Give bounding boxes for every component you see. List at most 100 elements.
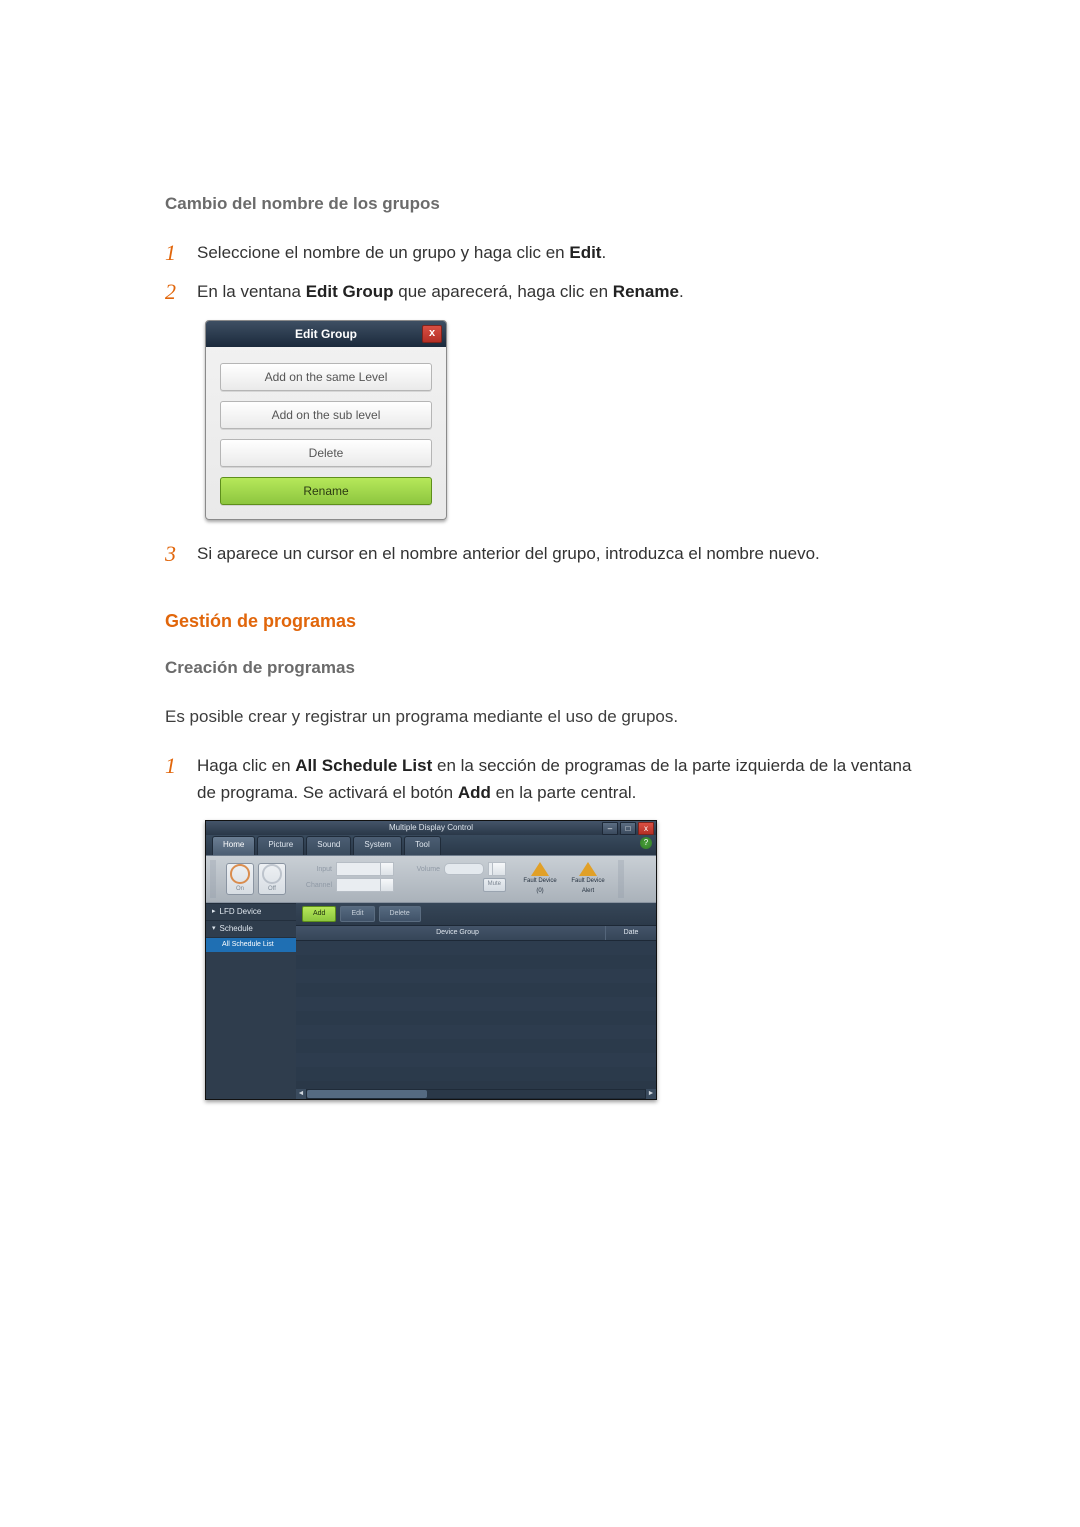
power-icon — [262, 864, 282, 883]
add-button[interactable]: Add — [302, 906, 336, 921]
volume-field: Volume — [408, 862, 506, 876]
volume-slider[interactable] — [444, 863, 484, 875]
delete-button[interactable]: Delete — [220, 439, 432, 467]
ribbon: On Off Input Channel Volume — [206, 855, 656, 903]
mute-row: Mute — [408, 878, 506, 892]
power-off-button[interactable]: Off — [258, 863, 286, 895]
mute-button[interactable]: Mute — [483, 878, 506, 892]
table-row — [296, 941, 656, 955]
ribbon-scroll-left[interactable] — [210, 860, 216, 898]
sidebar-item-lfd-device[interactable]: ▸ LFD Device — [206, 903, 296, 920]
steps-group-rename-cont: 3 Si aparece un cursor en el nombre ante… — [165, 540, 915, 567]
table-row — [296, 1053, 656, 1067]
channel-select[interactable] — [336, 878, 394, 892]
tab-sound[interactable]: Sound — [306, 836, 351, 855]
table-row — [296, 1067, 656, 1081]
step-text: Seleccione el nombre de un grupo y haga … — [197, 243, 606, 262]
text: Seleccione el nombre de un grupo y haga … — [197, 243, 569, 262]
step: 3 Si aparece un cursor en el nombre ante… — [165, 540, 915, 567]
step-text: Haga clic en All Schedule List en la sec… — [197, 756, 911, 802]
caret-right-icon: ▸ — [212, 904, 216, 920]
step: 2 En la ventana Edit Group que aparecerá… — [165, 278, 915, 305]
tab-tool[interactable]: Tool — [404, 836, 441, 855]
warning-icon — [579, 862, 597, 876]
label: Input — [300, 864, 332, 875]
text: En la ventana — [197, 282, 306, 301]
table-row — [296, 1039, 656, 1053]
close-button[interactable]: x — [422, 325, 442, 343]
table-row — [296, 969, 656, 983]
close-button[interactable]: x — [638, 822, 654, 835]
maximize-button[interactable]: □ — [620, 822, 636, 835]
fault-device-alert[interactable]: Fault Device Alert — [568, 862, 608, 896]
minimize-button[interactable]: – — [602, 822, 618, 835]
label: On — [236, 885, 244, 895]
text: que aparecerá, haga clic en — [394, 282, 613, 301]
window-buttons: – □ x — [602, 822, 654, 835]
label: Fault Device Alert — [568, 877, 608, 896]
sidebar-item-schedule[interactable]: ▾ Schedule — [206, 920, 296, 937]
step-text: En la ventana Edit Group que aparecerá, … — [197, 282, 684, 301]
tab-home[interactable]: Home — [212, 836, 255, 855]
label: Fault Device (0) — [520, 877, 560, 896]
window-titlebar: Multiple Display Control – □ x — [206, 821, 656, 835]
ribbon-scroll-right[interactable] — [618, 860, 624, 898]
mdc-body: ▸ LFD Device ▾ Schedule All Schedule Lis… — [206, 903, 656, 1098]
subsection-title: Cambio del nombre de los grupos — [165, 190, 915, 217]
input-group: Input Channel — [296, 860, 398, 898]
subsection-title: Creación de programas — [165, 654, 915, 681]
step-number: 3 — [165, 536, 176, 571]
scroll-thumb[interactable] — [307, 1090, 427, 1098]
alert-group: Fault Device (0) Fault Device Alert — [516, 860, 612, 898]
scroll-right-icon[interactable]: ► — [646, 1089, 656, 1099]
tab-system[interactable]: System — [353, 836, 402, 855]
add-same-level-button[interactable]: Add on the same Level — [220, 363, 432, 391]
scroll-track[interactable] — [307, 1090, 645, 1098]
step: 1 Seleccione el nombre de un grupo y hag… — [165, 239, 915, 266]
power-on-button[interactable]: On — [226, 863, 254, 895]
rename-button[interactable]: Rename — [220, 477, 432, 505]
warning-icon — [531, 862, 549, 876]
label: Volume — [408, 864, 440, 875]
ribbon-tabs: Home Picture Sound System Tool ? — [206, 835, 656, 855]
step-number: 2 — [165, 274, 176, 309]
power-icon — [230, 864, 250, 883]
bold: Edit Group — [306, 282, 394, 301]
table-row — [296, 983, 656, 997]
input-field: Input — [300, 862, 394, 876]
paragraph: Es posible crear y registrar un programa… — [165, 703, 915, 730]
label: Off — [268, 885, 276, 895]
add-sub-level-button[interactable]: Add on the sub level — [220, 401, 432, 429]
label: LFD Device — [220, 904, 262, 920]
delete-button[interactable]: Delete — [379, 906, 421, 921]
horizontal-scrollbar[interactable]: ◄ ► — [296, 1089, 656, 1099]
step-number: 1 — [165, 748, 176, 783]
volume-value[interactable] — [488, 862, 506, 876]
text: Haga clic en — [197, 756, 295, 775]
bold: All Schedule List — [295, 756, 432, 775]
label: All Schedule List — [222, 938, 274, 952]
tab-picture[interactable]: Picture — [257, 836, 304, 855]
steps-group-rename: 1 Seleccione el nombre de un grupo y hag… — [165, 239, 915, 305]
channel-field: Channel — [300, 878, 394, 892]
steps-schedule: 1 Haga clic en All Schedule List en la s… — [165, 752, 915, 806]
edit-button[interactable]: Edit — [340, 906, 374, 921]
step-number: 1 — [165, 235, 176, 270]
input-select[interactable] — [336, 862, 394, 876]
sidebar-item-all-schedule-list[interactable]: All Schedule List — [206, 937, 296, 952]
sidebar: ▸ LFD Device ▾ Schedule All Schedule Lis… — [206, 903, 296, 1098]
dialog-title: Edit Group x — [206, 321, 446, 347]
help-icon[interactable]: ? — [640, 837, 652, 849]
label: Schedule — [220, 921, 253, 937]
col-date: Date — [605, 926, 656, 940]
label: Channel — [300, 880, 332, 891]
text: . — [679, 282, 684, 301]
fault-device-count[interactable]: Fault Device (0) — [520, 862, 560, 896]
chevron-down-icon — [380, 879, 393, 891]
text: en la parte central. — [491, 783, 637, 802]
col-checkbox[interactable] — [296, 926, 310, 940]
dialog-title-text: Edit Group — [295, 327, 357, 341]
table-row — [296, 1011, 656, 1025]
edit-group-dialog: Edit Group x Add on the same Level Add o… — [205, 320, 447, 520]
scroll-left-icon[interactable]: ◄ — [296, 1089, 306, 1099]
